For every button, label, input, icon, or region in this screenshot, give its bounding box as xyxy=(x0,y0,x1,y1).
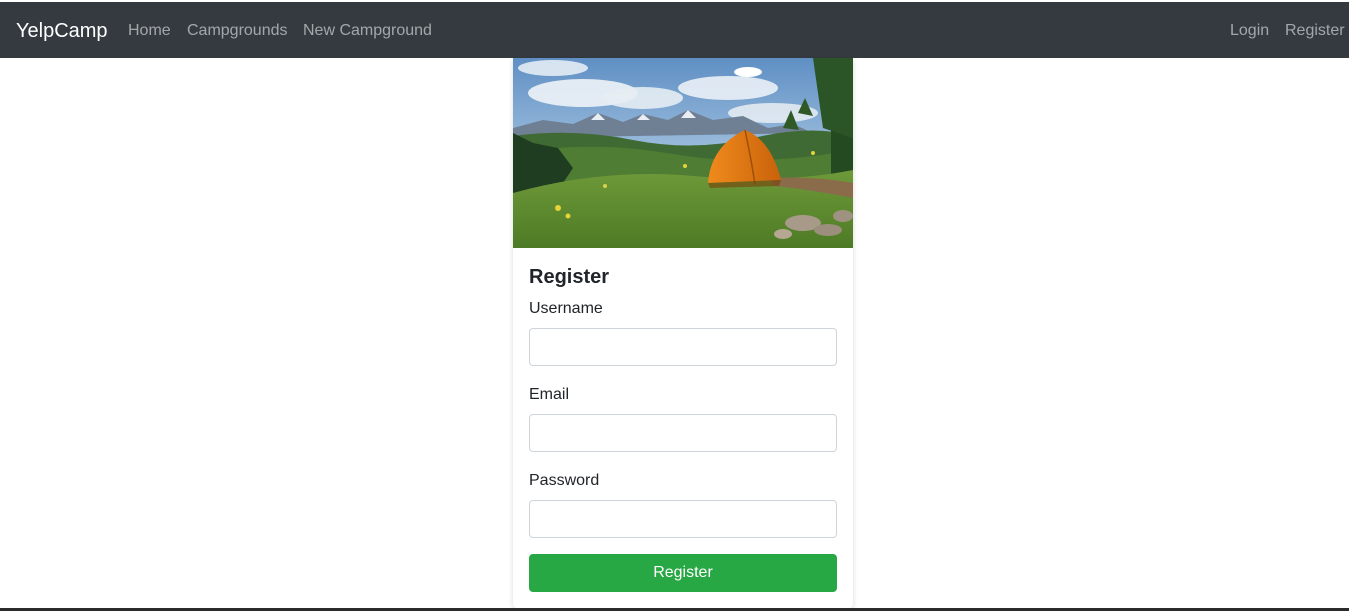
register-card: Register Username Email Password Registe… xyxy=(513,58,853,608)
password-label: Password xyxy=(529,472,600,489)
nav-link-new-campground[interactable]: New Campground xyxy=(303,21,432,41)
register-button[interactable]: Register xyxy=(529,554,837,592)
email-field[interactable] xyxy=(529,414,837,452)
register-heading: Register xyxy=(529,266,610,288)
email-label: Email xyxy=(529,386,570,403)
password-field[interactable] xyxy=(529,500,837,538)
nav-link-register[interactable]: Register xyxy=(1285,21,1345,41)
campsite-tent-photo xyxy=(513,58,853,248)
nav-link-login[interactable]: Login xyxy=(1230,21,1269,41)
nav-link-campgrounds[interactable]: Campgrounds xyxy=(187,21,288,41)
nav-link-home[interactable]: Home xyxy=(128,21,171,41)
brand-logo[interactable]: YelpCamp xyxy=(16,18,108,44)
username-field[interactable] xyxy=(529,328,837,366)
navbar: YelpCamp Home Campgrounds New Campground… xyxy=(0,2,1349,58)
username-label: Username xyxy=(529,300,603,317)
